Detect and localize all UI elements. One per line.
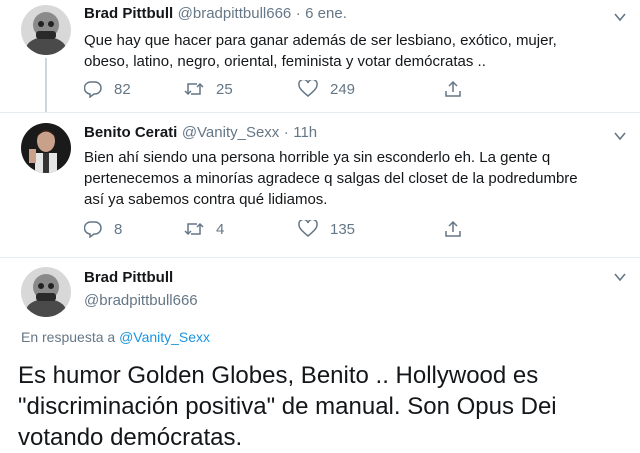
like-button[interactable]: 135 [298,220,444,238]
retweet-count: 4 [216,220,225,238]
reply-count: 82 [114,80,131,98]
tweet-text: Es humor Golden Globes, Benito .. Hollyw… [18,360,628,453]
tweet-text: Bien ahí siendo una persona horrible ya … [84,147,629,210]
tweet-text-line: pertenecemos a minorías agradece q salga… [84,170,578,187]
tweet-brad-focused[interactable]: Brad Pittbull @bradpittbull666 En respue… [0,258,640,453]
tweet-text-line: así ya sabemos contra qué lidiamos. [84,191,328,208]
caret-down-icon[interactable] [614,271,626,283]
avatar-brad[interactable] [21,267,71,317]
like-icon [298,220,318,237]
like-button[interactable]: 249 [298,80,444,98]
author-name[interactable]: Benito Cerati [84,124,177,141]
author-name[interactable]: Brad Pittbull [84,5,173,22]
reply-count: 8 [114,220,123,238]
tweet-text-line: Que hay que hacer para ganar además de s… [84,32,557,49]
reply-prefix: En respuesta a [21,329,116,345]
tweet-timestamp[interactable]: 6 ene. [305,5,347,22]
tweet-actions: 82 25 249 [84,80,474,98]
reply-context: En respuesta a @Vanity_Sexx [21,329,210,345]
tweet-text-line: votando demócratas. [18,424,243,451]
author-handle[interactable]: @bradpittbull666 [84,292,198,309]
author-handle[interactable]: @bradpittbull666 [178,5,292,22]
reply-icon [84,221,102,238]
like-count: 249 [330,80,356,98]
tweet-timestamp[interactable]: 11h [293,124,317,141]
retweet-count: 25 [216,80,233,98]
retweet-button[interactable]: 4 [184,220,298,238]
tweet-text-line: Bien ahí siendo una persona horrible ya … [84,149,551,166]
separator-dot: · [283,124,289,141]
share-button[interactable] [444,80,474,98]
tweet-actions: 8 4 135 [84,220,474,238]
tweet-benito[interactable]: Benito Cerati @Vanity_Sexx · 11h Bien ah… [0,113,640,257]
tweet-brad-1[interactable]: Brad Pittbull @bradpittbull666 · 6 ene. … [0,0,640,112]
retweet-icon [184,82,204,96]
reply-handle-link[interactable]: @Vanity_Sexx [119,329,210,345]
reply-icon [84,81,102,98]
share-button[interactable] [444,220,474,238]
reply-button[interactable]: 82 [84,80,184,98]
caret-down-icon[interactable] [614,11,626,23]
author-name[interactable]: Brad Pittbull [84,269,173,286]
like-count: 135 [330,220,356,238]
avatar-brad[interactable] [21,5,71,55]
avatar-benito[interactable] [21,123,71,173]
retweet-button[interactable]: 25 [184,80,298,98]
tweet-text: Que hay que hacer para ganar además de s… [84,30,624,72]
share-icon [445,80,461,97]
thread-line [45,58,47,112]
share-icon [445,220,461,237]
author-handle[interactable]: @Vanity_Sexx [182,124,280,141]
retweet-icon [184,222,204,236]
tweet-text-line: "discriminación positiva" de manual. Son… [18,393,557,420]
tweet-text-line: obeso, latino, negro, oriental, feminist… [84,53,486,70]
reply-button[interactable]: 8 [84,220,184,238]
tweet-text-line: Es humor Golden Globes, Benito .. Hollyw… [18,362,539,389]
like-icon [298,80,318,97]
caret-down-icon[interactable] [614,130,626,142]
separator-dot: · [295,5,301,22]
